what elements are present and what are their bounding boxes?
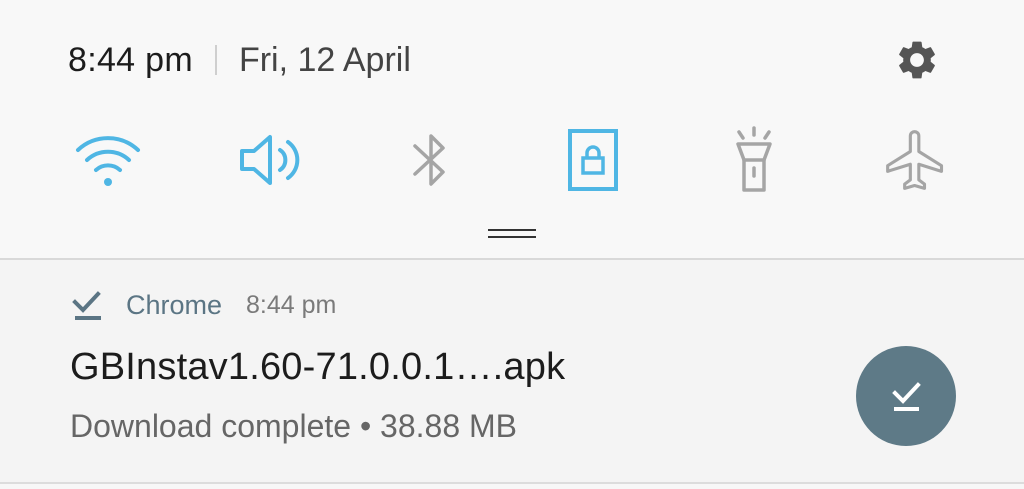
notification-divider: [0, 482, 1024, 484]
notification-text: Download complete • 38.88 MB: [70, 408, 517, 444]
gear-icon: [899, 41, 935, 79]
sound-toggle[interactable]: [230, 120, 310, 200]
flashlight-icon: [736, 126, 772, 192]
flashlight-toggle[interactable]: [714, 120, 794, 200]
quick-panel: 8:44 pm Fri, 12 April: [0, 0, 1024, 258]
wifi-toggle[interactable]: [68, 120, 148, 200]
airplane-icon: [886, 130, 944, 190]
rotation-lock-toggle[interactable]: [553, 120, 633, 200]
speaker-icon: [240, 135, 300, 185]
date[interactable]: Fri, 12 April: [239, 41, 411, 80]
settings-button[interactable]: [894, 37, 940, 83]
handle-line: [488, 229, 536, 231]
notification-time: 8:44 pm: [246, 290, 337, 319]
open-download-button[interactable]: [856, 346, 956, 446]
expand-handle[interactable]: [488, 229, 536, 243]
screen-lock-icon: [568, 129, 618, 191]
status-row: 8:44 pm Fri, 12 April: [68, 36, 411, 84]
status-separator: [214, 45, 217, 75]
download-done-icon: [892, 382, 921, 411]
bluetooth-toggle[interactable]: [391, 120, 471, 200]
quick-toggles: [0, 120, 1024, 200]
notification-shade: 8:44 pm Fri, 12 April Chrome 8:44 pm GBI…: [0, 0, 1024, 489]
clock: 8:44 pm: [68, 40, 193, 79]
download-notification[interactable]: Chrome 8:44 pm GBInstav1.60-71.0.0.1….ap…: [0, 260, 1024, 482]
app-name: Chrome: [126, 289, 223, 320]
airplane-toggle[interactable]: [876, 120, 956, 200]
handle-line: [488, 236, 536, 238]
download-done-icon: [72, 291, 101, 320]
notification-header: Chrome 8:44 pm: [70, 282, 336, 328]
notification-title: GBInstav1.60-71.0.0.1….apk: [70, 346, 566, 388]
wifi-icon: [76, 136, 140, 186]
bluetooth-icon: [413, 134, 445, 186]
